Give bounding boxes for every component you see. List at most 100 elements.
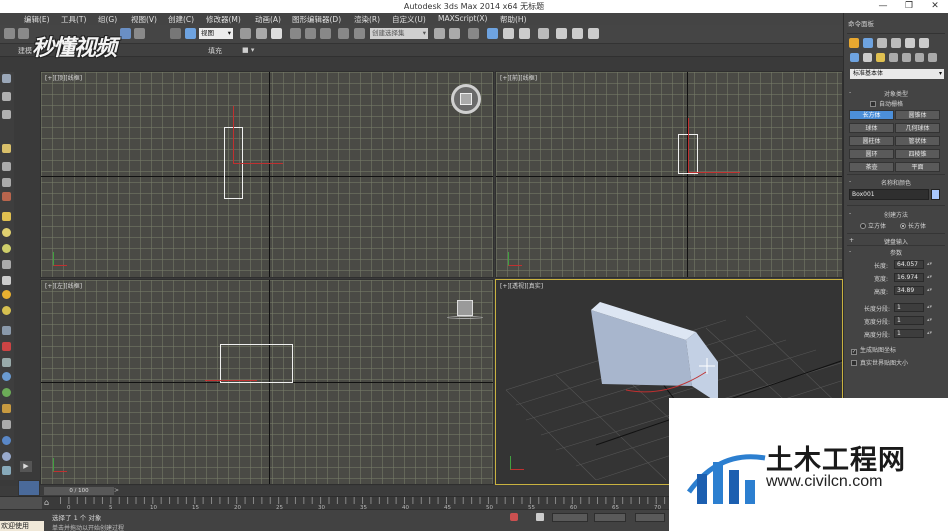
object-category-dropdown[interactable]: 标准基本体 ▾ xyxy=(850,69,944,79)
create-tab-icon[interactable] xyxy=(849,38,859,48)
expand-arrow-icon[interactable]: ▶ xyxy=(20,461,32,472)
autogrid-checkbox[interactable]: 自动栅格 xyxy=(870,99,903,108)
tool-icon-17[interactable] xyxy=(2,358,11,367)
material-editor-icon[interactable] xyxy=(538,28,549,39)
teapot-button[interactable]: 茶壶 xyxy=(849,162,894,172)
tool-icon-4[interactable] xyxy=(2,144,11,153)
torus-button[interactable]: 圆环 xyxy=(849,149,894,159)
rendered-frame-window-icon[interactable] xyxy=(572,28,583,39)
tool-icon-6[interactable] xyxy=(2,178,11,187)
object-color-swatch[interactable] xyxy=(931,189,940,200)
menu-maxscript[interactable]: MAXScript(X) xyxy=(438,14,487,23)
tool-icon-10[interactable] xyxy=(2,244,11,253)
tool-icon-13[interactable] xyxy=(2,290,11,299)
select-by-name-icon[interactable] xyxy=(134,28,145,39)
tool-icon-19[interactable] xyxy=(2,388,11,397)
y-coordinate-field[interactable] xyxy=(594,513,626,522)
cylinder-button[interactable]: 圆柱体 xyxy=(849,136,894,146)
ribbon-dropdown-icon[interactable]: ■ ▾ xyxy=(242,46,254,54)
plane-button[interactable]: 平面 xyxy=(895,162,940,172)
maxscript-listener-label[interactable]: 欢迎使用 xyxy=(0,521,44,531)
tool-icon-1[interactable] xyxy=(2,74,11,83)
geosphere-button[interactable]: 几何球体 xyxy=(895,123,940,133)
tool-icon-24[interactable] xyxy=(2,466,11,475)
height-segs-spinner[interactable]: 1 xyxy=(894,329,932,338)
viewcube-icon[interactable] xyxy=(457,300,473,316)
tool-icon-20[interactable] xyxy=(2,404,11,413)
modify-tab-icon[interactable] xyxy=(863,38,873,48)
utilities-tab-icon[interactable] xyxy=(919,38,929,48)
tool-icon-21[interactable] xyxy=(2,420,11,429)
x-coordinate-field[interactable] xyxy=(552,513,588,522)
geometry-icon[interactable] xyxy=(850,53,859,62)
minimize-button[interactable]: — xyxy=(870,0,896,13)
tool-icon-5[interactable] xyxy=(2,162,11,171)
maximize-button[interactable]: ❐ xyxy=(896,0,922,13)
rollout-name-color[interactable]: - 名称和颜色 xyxy=(847,178,945,187)
length-segs-spinner[interactable]: 1 xyxy=(894,303,932,312)
object-name-field[interactable]: Box001 xyxy=(849,189,929,200)
tool-icon-3[interactable] xyxy=(2,110,11,119)
viewport-left-label[interactable]: [+][左][线框] xyxy=(45,281,82,290)
viewport-top[interactable]: [+][顶][线框] xyxy=(40,71,494,278)
box-button[interactable]: 长方体 xyxy=(849,110,894,120)
menu-view[interactable]: 视图(V) xyxy=(131,14,157,25)
reference-coordinate-dropdown[interactable]: 视图 ▾ xyxy=(199,28,233,39)
systems-icon[interactable] xyxy=(928,53,937,62)
menu-modifiers[interactable]: 修改器(M) xyxy=(206,14,241,25)
layer-manager-icon[interactable] xyxy=(468,28,479,39)
cameras-icon[interactable] xyxy=(889,53,898,62)
tool-icon-16[interactable] xyxy=(2,342,11,351)
menu-rendering[interactable]: 渲染(R) xyxy=(354,14,380,25)
tool-icon-15[interactable] xyxy=(2,326,11,335)
tool-icon-2[interactable] xyxy=(2,92,11,101)
box-outline-left[interactable] xyxy=(220,344,293,383)
angle-snap-icon[interactable] xyxy=(305,28,316,39)
manipulate-icon[interactable] xyxy=(271,28,282,39)
box-radio[interactable]: 长方体 xyxy=(900,221,926,230)
link-icon[interactable] xyxy=(4,28,15,39)
viewcube-icon[interactable] xyxy=(451,84,481,114)
rollout-parameters[interactable]: - 参数 xyxy=(847,248,945,257)
hierarchy-tab-icon[interactable] xyxy=(877,38,887,48)
menu-graph-editors[interactable]: 图形编辑器(D) xyxy=(292,14,341,25)
tool-icon-12[interactable] xyxy=(2,276,11,285)
render-setup-icon[interactable] xyxy=(556,28,567,39)
helpers-icon[interactable] xyxy=(902,53,911,62)
menu-edit[interactable]: 编辑(E) xyxy=(24,14,50,25)
motion-tab-icon[interactable] xyxy=(891,38,901,48)
tool-icon-9[interactable] xyxy=(2,228,11,237)
graphite-toggle-icon[interactable] xyxy=(487,28,498,39)
menu-tools[interactable]: 工具(T) xyxy=(61,14,86,25)
menu-customize[interactable]: 自定义(U) xyxy=(392,14,426,25)
named-selection-set-dropdown[interactable]: 创建选择集 ▾ xyxy=(370,28,428,39)
menu-help[interactable]: 帮助(H) xyxy=(500,14,527,25)
rollout-creation-method[interactable]: - 创建方法 xyxy=(847,210,945,219)
select-icon[interactable] xyxy=(120,28,131,39)
snap-toggle-icon[interactable] xyxy=(290,28,301,39)
time-slider[interactable]: 0 / 100 xyxy=(44,487,114,495)
space-warps-icon[interactable] xyxy=(915,53,924,62)
shapes-icon[interactable] xyxy=(863,53,872,62)
width-segs-spinner[interactable]: 1 xyxy=(894,316,932,325)
schematic-view-icon[interactable] xyxy=(519,28,530,39)
ribbon-tab-modeling[interactable]: 建模 xyxy=(18,46,32,56)
time-panel-icon[interactable] xyxy=(18,480,40,496)
percent-snap-icon[interactable] xyxy=(320,28,331,39)
viewport-left[interactable]: [+][左][线框] xyxy=(40,279,494,485)
close-button[interactable]: ✕ xyxy=(922,0,948,13)
tool-icon-22[interactable] xyxy=(2,436,11,445)
length-spinner[interactable]: 64.057 xyxy=(894,260,932,269)
tool-icon-8[interactable] xyxy=(2,212,11,221)
tool-icon-7[interactable] xyxy=(2,192,11,201)
mirror-icon[interactable] xyxy=(434,28,445,39)
render-production-icon[interactable] xyxy=(588,28,599,39)
width-spinner[interactable]: 16.974 xyxy=(894,273,932,282)
lights-icon[interactable] xyxy=(876,53,885,62)
tool-icon-14[interactable] xyxy=(2,306,11,315)
mini-curve-icon[interactable]: ⌂ xyxy=(44,498,49,507)
move-icon[interactable] xyxy=(256,28,267,39)
tool-icon-18[interactable] xyxy=(2,372,11,381)
sphere-button[interactable]: 球体 xyxy=(849,123,894,133)
viewport-front-label[interactable]: [+][前][线框] xyxy=(500,73,537,82)
